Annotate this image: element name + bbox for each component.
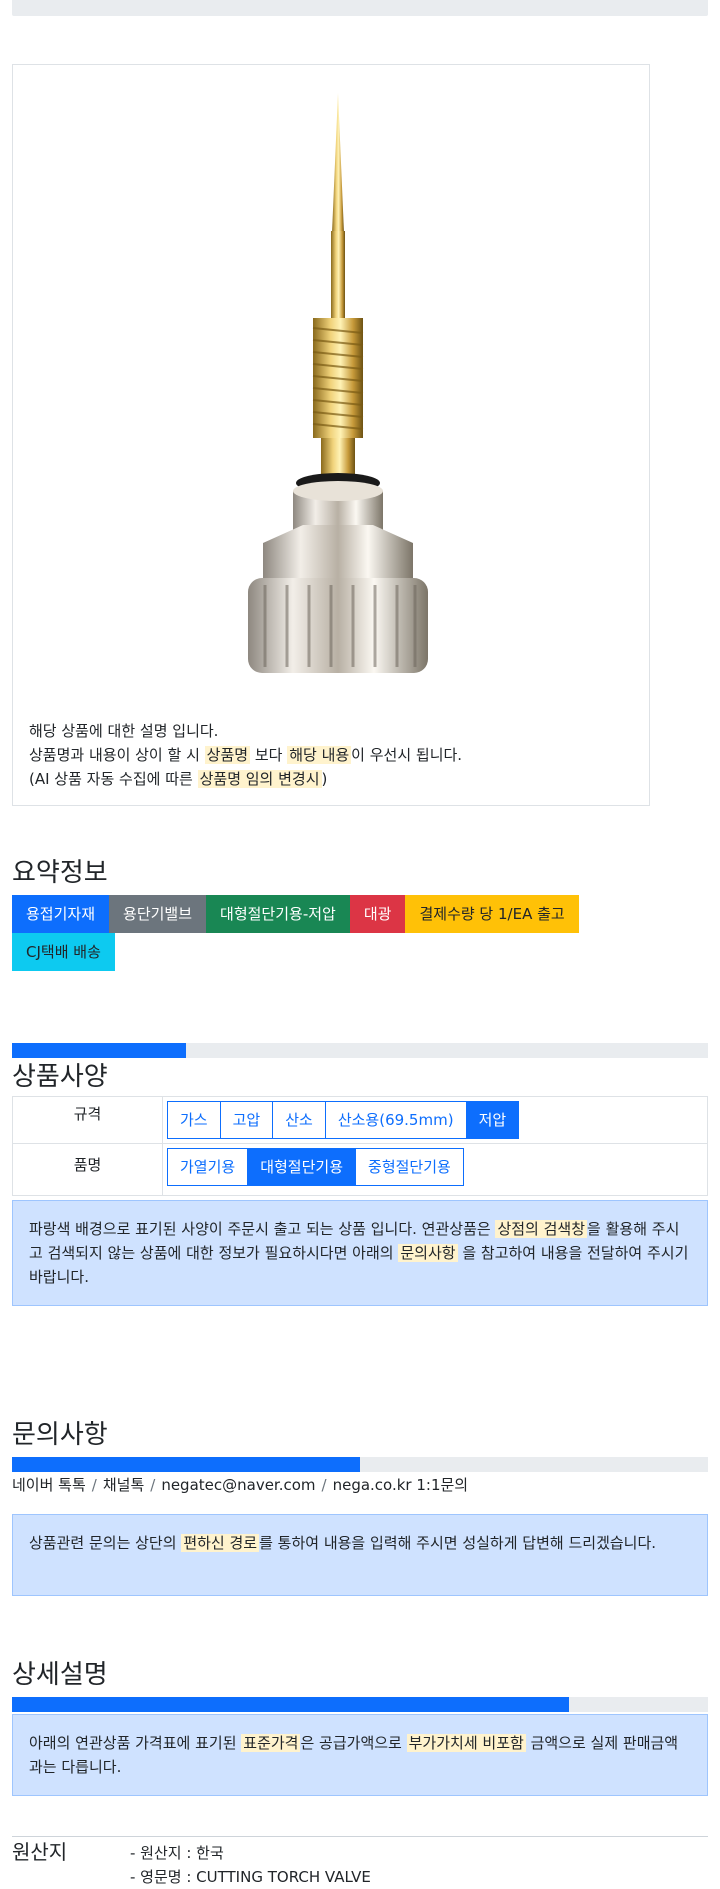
- spec-progress-bar: [12, 1043, 708, 1058]
- inquiry-progress-fill: [12, 1457, 360, 1472]
- highlight-name-change: 상품명 임의 변경시: [197, 770, 322, 788]
- option-large-cutter[interactable]: 대형절단기용: [247, 1148, 357, 1186]
- description-line-1: 해당 상품에 대한 설명 입니다.: [29, 722, 219, 740]
- highlight-vat-excluded: 부가가치세 비포함: [406, 1734, 526, 1752]
- highlight-standard-price: 표준가격: [241, 1734, 301, 1752]
- spec-row-size: 규격 가스 고압 산소 산소용(69.5mm) 저압: [12, 1096, 708, 1144]
- option-heater[interactable]: 가열기용: [167, 1148, 249, 1186]
- badge-row-2: CJ택배 배송: [12, 933, 708, 971]
- highlight-search-box: 상점의 검색창: [495, 1220, 588, 1238]
- description-text: 상품명과 내용이 상이 할 시: [29, 746, 205, 764]
- summary-badges: 용접기자재 용단기밸브 대형절단기용-저압 대광 결제수량 당 1/EA 출고 …: [12, 895, 708, 971]
- option-oxygen-69-5mm[interactable]: 산소용(69.5mm): [324, 1101, 467, 1139]
- notice-text: 은 공급가액으로: [300, 1734, 407, 1752]
- description-text: ): [321, 770, 328, 788]
- badge-quantity: 결제수량 당 1/EA 출고: [405, 895, 579, 933]
- spec-table: 규격 가스 고압 산소 산소용(69.5mm) 저압 품명 가열기용 대형절단기…: [12, 1096, 708, 1196]
- option-gas[interactable]: 가스: [167, 1101, 221, 1139]
- highlight-inquiry: 문의사항: [398, 1244, 458, 1262]
- description-line-2: 상품명과 내용이 상이 할 시 상품명 보다 해당 내용 이 우선시 됩니다.: [29, 743, 462, 767]
- contact-email[interactable]: negatec@naver.com: [161, 1476, 315, 1494]
- notice-text: 상품관련 문의는 상단의: [29, 1534, 182, 1552]
- torch-valve-image: [248, 93, 428, 673]
- product-card: 해당 상품에 대한 설명 입니다. 상품명과 내용이 상이 할 시 상품명 보다…: [12, 64, 650, 806]
- description-text: 보다: [250, 746, 288, 764]
- origin-row: 원산지 - 원산지 : 한국 - 영문명 : CUTTING TORCH VAL…: [12, 1836, 708, 1886]
- badge-row-1: 용접기자재 용단기밸브 대형절단기용-저압 대광 결제수량 당 1/EA 출고: [12, 895, 708, 933]
- description-line-3: (AI 상품 자동 수집에 따른 상품명 임의 변경시): [29, 767, 462, 791]
- contact-breadcrumb: 네이버 톡톡 / 채널톡 / negatec@naver.com / nega.co.kr …: [12, 1474, 468, 1495]
- option-high-pressure[interactable]: 고압: [219, 1101, 274, 1139]
- option-oxygen[interactable]: 산소: [272, 1101, 326, 1139]
- summary-title: 요약정보: [12, 858, 108, 888]
- spec-label-product: 품명: [12, 1143, 163, 1196]
- option-medium-cutter[interactable]: 중형절단기용: [355, 1148, 464, 1186]
- notice-text: 를 통하여 내용을 입력해 주시면 성실하게 답변해 드리겠습니다.: [259, 1534, 657, 1552]
- badge-category: 용접기자재: [12, 895, 110, 933]
- inquiry-progress-bar: [12, 1457, 708, 1472]
- spec-notice: 파랑색 배경으로 표기된 사양이 주문시 출고 되는 상품 입니다. 연관상품은…: [12, 1200, 708, 1306]
- separator: /: [321, 1476, 327, 1494]
- origin-label: 원산지: [12, 1840, 68, 1864]
- inquiry-notice: 상품관련 문의는 상단의 편하신 경로 를 통하여 내용을 입력해 주시면 성실하…: [12, 1514, 708, 1596]
- spec-label-size: 규격: [12, 1096, 163, 1144]
- origin-values: - 원산지 : 한국 - 영문명 : CUTTING TORCH VALVE: [130, 1841, 371, 1889]
- detail-notice: 아래의 연관상품 가격표에 표기된 표준가격 은 공급가액으로 부가가치세 비포함…: [12, 1714, 708, 1796]
- description-text: (AI 상품 자동 수집에 따른: [29, 770, 198, 788]
- spec-title: 상품사양: [12, 1062, 108, 1092]
- contact-channel-talk[interactable]: 채널톡: [103, 1476, 144, 1494]
- highlight-product-name: 상품명: [204, 746, 251, 764]
- badge-subcategory: 용단기밸브: [109, 895, 207, 933]
- inquiry-title: 문의사항: [12, 1420, 108, 1450]
- badge-brand: 대광: [349, 895, 406, 933]
- highlight-content: 해당 내용: [287, 746, 352, 764]
- badge-type: 대형절단기용-저압: [206, 895, 350, 933]
- detail-progress-bar: [12, 1697, 708, 1712]
- detail-title: 상세설명: [12, 1660, 108, 1690]
- origin-country: - 원산지 : 한국: [130, 1844, 224, 1862]
- spec-options-size: 가스 고압 산소 산소용(69.5mm) 저압: [162, 1096, 708, 1144]
- top-bar: [12, 0, 708, 16]
- highlight-convenient-route: 편하신 경로: [181, 1534, 260, 1552]
- notice-text: 파랑색 배경으로 표기된 사양이 주문시 출고 되는 상품 입니다. 연관상품은: [29, 1220, 496, 1238]
- detail-progress-fill: [12, 1697, 569, 1712]
- contact-site-inquiry[interactable]: nega.co.kr 1:1문의: [333, 1476, 469, 1494]
- notice-text: 아래의 연관상품 가격표에 표기된: [29, 1734, 242, 1752]
- origin-english-name: - 영문명 : CUTTING TORCH VALVE: [130, 1868, 371, 1886]
- badge-shipping: CJ택배 배송: [12, 933, 115, 971]
- separator: /: [150, 1476, 156, 1494]
- spec-row-product: 품명 가열기용 대형절단기용 중형절단기용: [12, 1143, 708, 1196]
- product-description: 해당 상품에 대한 설명 입니다. 상품명과 내용이 상이 할 시 상품명 보다…: [29, 719, 462, 791]
- option-low-pressure[interactable]: 저압: [465, 1101, 520, 1139]
- separator: /: [91, 1476, 97, 1494]
- contact-naver-talk[interactable]: 네이버 톡톡: [12, 1476, 86, 1494]
- spec-options-product: 가열기용 대형절단기용 중형절단기용: [162, 1143, 708, 1196]
- description-text: 이 우선시 됩니다.: [351, 746, 463, 764]
